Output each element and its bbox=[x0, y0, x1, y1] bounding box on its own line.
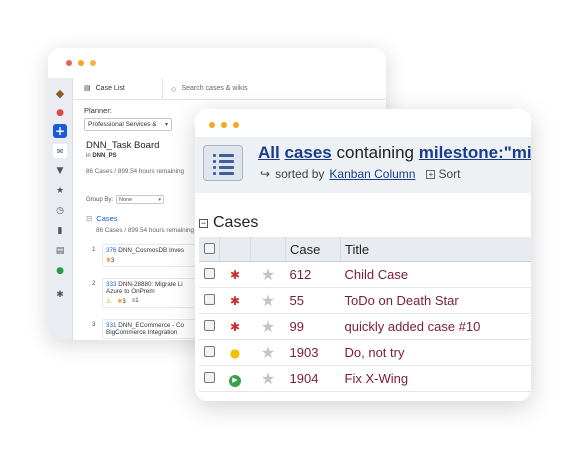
case-number[interactable]: 1903 bbox=[285, 339, 341, 366]
filter-icon[interactable]: ▼ bbox=[53, 164, 67, 178]
cases-group-header[interactable]: ⊟ Cases bbox=[86, 214, 118, 223]
case-number[interactable]: 612 bbox=[285, 261, 341, 288]
collapse-icon: ⊟ bbox=[86, 214, 93, 223]
warning-icon: ⚠ bbox=[106, 299, 112, 305]
chart-icon[interactable]: ▮ bbox=[53, 224, 67, 238]
table-row[interactable]: ✱ ★ 55 ToDo on Death Star bbox=[199, 287, 531, 314]
search-icon: ○ bbox=[171, 83, 177, 94]
bell-icon[interactable]: ● bbox=[53, 106, 67, 120]
table-row[interactable]: ● ★ 1903 Do, not try bbox=[199, 339, 531, 366]
planner-label: Planner: bbox=[84, 106, 112, 115]
table-row[interactable]: ✱ ★ 99 quickly added case #10 bbox=[199, 313, 531, 340]
top-bar: ▤ Case List ○ Search cases & wikis bbox=[72, 78, 386, 100]
search-results-window: All cases containing milestone:"mile ↪ s… bbox=[195, 109, 531, 401]
list-icon: ▤ bbox=[84, 85, 91, 92]
minimize-dot[interactable] bbox=[221, 122, 227, 128]
cases-section-header[interactable]: − Cases bbox=[199, 214, 258, 232]
star-icon[interactable]: ★ bbox=[261, 369, 275, 388]
sort-field-link[interactable]: Kanban Column bbox=[329, 167, 415, 181]
cases-table: Case Title ✱ ★ 612 Child Case ✱ ★ 55 ToD… bbox=[199, 237, 531, 392]
logo-icon[interactable]: ◆ bbox=[53, 86, 67, 100]
maximize-dot[interactable] bbox=[233, 122, 239, 128]
list-view-icon[interactable] bbox=[203, 145, 243, 181]
case-title[interactable]: quickly added case #10 bbox=[340, 313, 531, 340]
case-title[interactable]: Fix X-Wing bbox=[340, 365, 531, 392]
link-all[interactable]: All bbox=[258, 143, 280, 162]
case-title[interactable]: Do, not try bbox=[340, 339, 531, 366]
case-number[interactable]: 99 bbox=[285, 313, 341, 340]
board-project: in DNN_PS bbox=[86, 153, 117, 159]
maximize-dot[interactable] bbox=[90, 60, 96, 66]
case-title[interactable]: ToDo on Death Star bbox=[340, 287, 531, 314]
link-cases[interactable]: cases bbox=[284, 143, 331, 162]
tab-case-list[interactable]: ▤ Case List bbox=[84, 84, 125, 93]
star-column-header[interactable] bbox=[250, 237, 286, 262]
row-checkbox[interactable] bbox=[203, 372, 215, 383]
chevron-down-icon: ▾ bbox=[164, 122, 168, 128]
close-dot[interactable] bbox=[66, 60, 72, 66]
icon-sidebar: ◆ ● + ✉ ▼ ★ ◷ ▮ ▤ ● ✱ bbox=[48, 78, 73, 340]
subtask-icon: ≡1 bbox=[131, 298, 139, 304]
select-all-header[interactable] bbox=[199, 237, 220, 262]
return-arrow-icon: ↪ bbox=[260, 167, 271, 181]
plus-box-icon: + bbox=[426, 169, 436, 179]
link-milestone[interactable]: milestone:"mile bbox=[419, 143, 531, 162]
lightbulb-icon: ● bbox=[229, 346, 241, 360]
type-column-header[interactable] bbox=[219, 237, 251, 262]
bug-icon: ✱ bbox=[229, 294, 241, 308]
bug-icon: ✱ bbox=[229, 320, 241, 334]
table-header-row: Case Title bbox=[199, 237, 531, 262]
row-checkbox[interactable] bbox=[203, 268, 215, 279]
board-count: 86 Cases / 899.54 hours remaining bbox=[86, 168, 185, 175]
collapse-icon: − bbox=[199, 217, 208, 228]
group-by-select[interactable]: None ▾ bbox=[116, 195, 165, 204]
priority-icon: ❋3 bbox=[106, 258, 115, 264]
table-row[interactable]: ▶ ★ 1904 Fix X-Wing bbox=[199, 365, 531, 392]
planner-select[interactable]: Professional Services & ▾ bbox=[84, 118, 172, 131]
board-title: DNN_Task Board bbox=[86, 140, 160, 151]
sort-button[interactable]: + Sort bbox=[426, 167, 461, 181]
window-controls bbox=[66, 60, 96, 66]
row-checkbox[interactable] bbox=[203, 294, 215, 305]
plus-icon[interactable]: + bbox=[53, 124, 67, 138]
star-icon[interactable]: ★ bbox=[261, 291, 275, 310]
title-column-header[interactable]: Title bbox=[340, 237, 531, 262]
window-controls bbox=[209, 122, 239, 128]
group-by: Group By: None ▾ bbox=[86, 195, 165, 204]
cases-count: 86 Cases / 899.54 hours remaining bbox=[96, 227, 195, 234]
case-number[interactable]: 55 bbox=[285, 287, 341, 314]
close-dot[interactable] bbox=[209, 122, 215, 128]
table-row[interactable]: ✱ ★ 612 Child Case bbox=[199, 261, 531, 288]
star-icon[interactable]: ★ bbox=[261, 265, 275, 284]
settings-icon[interactable]: ✱ bbox=[53, 288, 67, 302]
clock-icon[interactable]: ◷ bbox=[53, 204, 67, 218]
search-title: All cases containing milestone:"mile bbox=[258, 143, 531, 163]
search-header: All cases containing milestone:"mile ↪ s… bbox=[195, 137, 531, 193]
star-icon[interactable]: ★ bbox=[261, 343, 275, 362]
priority-icon: ❋3 bbox=[117, 299, 126, 305]
document-icon[interactable]: ▤ bbox=[53, 244, 67, 258]
star-icon[interactable]: ★ bbox=[53, 184, 67, 198]
case-column-header[interactable]: Case bbox=[285, 237, 341, 262]
case-number[interactable]: 1904 bbox=[285, 365, 341, 392]
row-checkbox[interactable] bbox=[203, 320, 215, 331]
row-checkbox[interactable] bbox=[203, 346, 215, 357]
search-input[interactable]: ○ Search cases & wikis bbox=[162, 78, 386, 99]
case-title[interactable]: Child Case bbox=[340, 261, 531, 288]
person-icon[interactable]: ● bbox=[53, 264, 67, 278]
sort-line: ↪ sorted by Kanban Column + Sort bbox=[260, 167, 461, 181]
select-all-checkbox[interactable] bbox=[203, 242, 215, 254]
star-icon[interactable]: ★ bbox=[261, 317, 275, 336]
play-icon: ▶ bbox=[229, 375, 241, 387]
bug-icon: ✱ bbox=[229, 268, 241, 282]
chevron-down-icon: ▾ bbox=[158, 197, 162, 203]
mail-icon[interactable]: ✉ bbox=[53, 144, 67, 158]
minimize-dot[interactable] bbox=[78, 60, 84, 66]
